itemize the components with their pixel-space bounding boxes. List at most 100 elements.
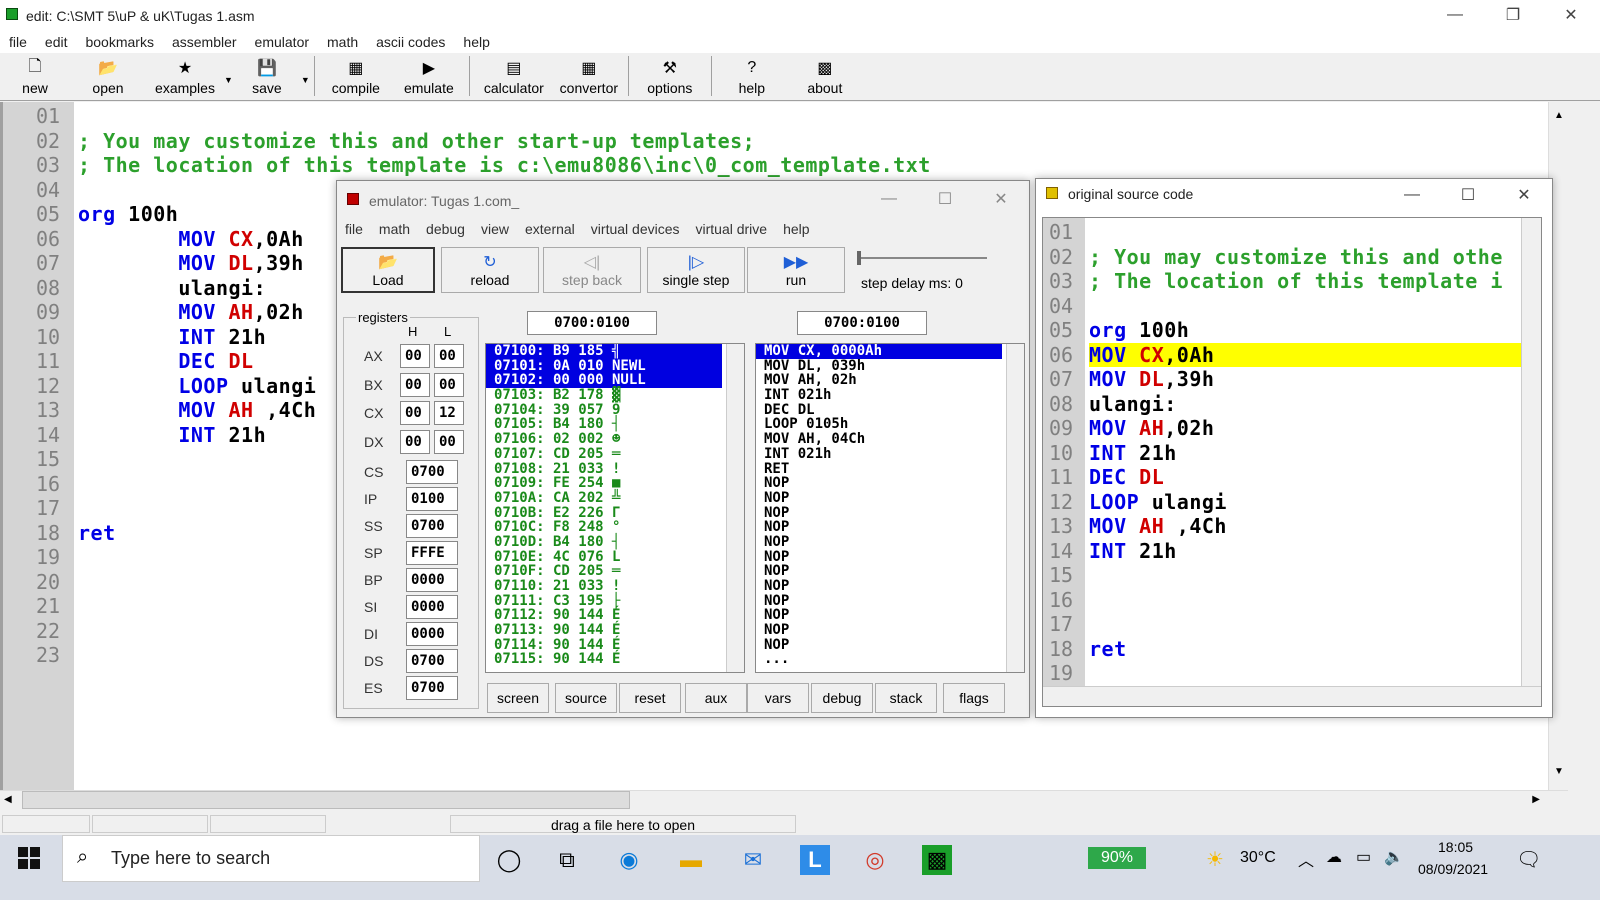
menu-assembler[interactable]: assembler bbox=[163, 31, 246, 53]
emu8086-taskbar-icon[interactable]: ▩ bbox=[922, 845, 952, 875]
minimize-button[interactable]: — bbox=[1426, 0, 1484, 30]
emulator-menu-file[interactable]: file bbox=[337, 221, 371, 237]
register-bx-high-field[interactable]: 00 bbox=[400, 372, 430, 397]
l-app-icon[interactable]: L bbox=[800, 845, 830, 875]
register-ip-field[interactable]: 0100 bbox=[406, 487, 458, 511]
disassembly-scrollbar[interactable] bbox=[1006, 344, 1024, 672]
disassembly-row[interactable]: MOV DL, 039h bbox=[756, 358, 1024, 374]
run-button[interactable]: ▶▶ run bbox=[747, 247, 845, 293]
source-vertical-scrollbar[interactable] bbox=[1521, 218, 1541, 688]
menu-help[interactable]: help bbox=[454, 31, 498, 53]
toolbar-help-button[interactable]: ? help bbox=[716, 52, 788, 100]
disassembly-row[interactable]: INT 021h bbox=[756, 388, 1024, 403]
register-ds-field[interactable]: 0700 bbox=[406, 649, 458, 673]
memory-row[interactable]: 0710E: 4C 076 L bbox=[486, 549, 744, 565]
source-code-view[interactable]: 01 02 03 04 05 06 07 08 09 10 11 12 13 14 15 16 17 18 19 ; … bbox=[1042, 217, 1542, 707]
windows-start-icon[interactable] bbox=[18, 847, 40, 869]
memory-row[interactable]: 07109: FE 254 ■ bbox=[486, 476, 744, 491]
toolbar-new-button[interactable]: 🗋 new bbox=[0, 52, 70, 100]
disassembly-row[interactable]: NOP bbox=[756, 535, 1024, 550]
register-sp-field[interactable]: FFFE bbox=[406, 541, 458, 565]
dropdown-arrow-icon[interactable]: ▼ bbox=[224, 75, 233, 85]
toolbar-open-button[interactable]: 📂 open bbox=[70, 52, 146, 100]
toolbar-convertor-button[interactable]: ▦ convertor bbox=[554, 52, 624, 100]
load-button[interactable]: 📂 Load bbox=[341, 247, 435, 293]
register-ax-high-field[interactable]: 00 bbox=[400, 344, 430, 368]
screen-button[interactable]: screen bbox=[487, 683, 549, 713]
disassembly-row[interactable]: ... bbox=[756, 652, 1024, 667]
menu-file[interactable]: file bbox=[0, 31, 36, 53]
single-step-button[interactable]: |▷ single step bbox=[647, 247, 745, 293]
register-ax-low-field[interactable]: 00 bbox=[434, 344, 464, 368]
menu-bookmarks[interactable]: bookmarks bbox=[76, 31, 162, 53]
volume-icon[interactable]: 🔈 bbox=[1384, 847, 1404, 867]
vars-button[interactable]: vars bbox=[747, 683, 809, 713]
register-dx-low-field[interactable]: 00 bbox=[434, 429, 464, 454]
memory-row[interactable]: 0710F: CD 205 ═ bbox=[486, 564, 744, 579]
chrome-browser-icon[interactable]: ◎ bbox=[860, 845, 890, 875]
disassembly-row[interactable]: DEC DL bbox=[756, 403, 1024, 418]
emulator-menu-virtual-drive[interactable]: virtual drive bbox=[688, 221, 776, 237]
memory-row[interactable]: 07103: B2 178 ▓ bbox=[486, 388, 744, 403]
disassembly-list[interactable]: MOV CX, 0000Ah MOV DL, 039h MOV AH, 02h INT… bbox=[755, 343, 1025, 673]
register-bx-low-field[interactable]: 00 bbox=[434, 372, 464, 397]
reload-button[interactable]: ↻ reload bbox=[441, 247, 539, 293]
memory-row[interactable]: 0710C: F8 248 ° bbox=[486, 520, 744, 535]
disassembly-row[interactable]: NOP bbox=[756, 623, 1024, 638]
register-ss-field[interactable]: 0700 bbox=[406, 514, 458, 538]
menu-ascii-codes[interactable]: ascii codes bbox=[367, 31, 454, 53]
menu-emulator[interactable]: emulator bbox=[246, 31, 318, 53]
disassembly-row[interactable]: RET bbox=[756, 461, 1024, 477]
disassembly-row[interactable]: NOP bbox=[756, 549, 1024, 565]
source-minimize-button[interactable]: — bbox=[1384, 181, 1440, 209]
chevron-up-icon[interactable]: ︿ bbox=[1298, 847, 1314, 871]
notification-icon[interactable]: 🗨 bbox=[1516, 847, 1541, 872]
register-cx-low-field[interactable]: 12 bbox=[434, 401, 464, 425]
scroll-down-icon[interactable]: ▼ bbox=[1554, 766, 1564, 777]
memory-address-field[interactable]: 0700:0100 bbox=[527, 311, 657, 335]
cortana-icon[interactable]: ◯ bbox=[494, 845, 524, 875]
menu-edit[interactable]: edit bbox=[36, 31, 77, 53]
weather-temperature[interactable]: 30°C bbox=[1240, 849, 1276, 867]
disassembly-row[interactable]: NOP bbox=[756, 564, 1024, 579]
disassembly-row[interactable]: INT 021h bbox=[756, 447, 1024, 462]
disassembly-row[interactable]: LOOP 0105h bbox=[756, 417, 1024, 432]
emulator-menu-math[interactable]: math bbox=[371, 221, 418, 237]
scroll-up-icon[interactable]: ▲ bbox=[1554, 110, 1564, 121]
reset-button[interactable]: reset bbox=[619, 683, 681, 713]
memory-row[interactable]: 07106: 02 002 ☻ bbox=[486, 432, 744, 447]
toolbar-options-button[interactable]: ⚒ options bbox=[633, 52, 707, 100]
weather-icon[interactable]: ☀ bbox=[1206, 847, 1224, 872]
toolbar-emulate-button[interactable]: ▶ emulate bbox=[393, 52, 465, 100]
memory-row[interactable]: 0710B: E2 226 Γ bbox=[486, 505, 744, 521]
toolbar-examples-button[interactable]: ★ examples bbox=[146, 52, 224, 100]
emulator-menu-view[interactable]: view bbox=[473, 221, 517, 237]
register-cx-high-field[interactable]: 00 bbox=[400, 401, 430, 425]
memory-row[interactable]: 07108: 21 033 ! bbox=[486, 461, 744, 477]
stack-button[interactable]: stack bbox=[875, 683, 937, 713]
memory-list[interactable]: 07100: B9 185 ╣ 07101: 0A 010 NEWL 07102: … bbox=[485, 343, 745, 673]
maximize-button[interactable]: ❐ bbox=[1484, 0, 1542, 30]
emulator-minimize-button[interactable]: — bbox=[861, 185, 917, 213]
mail-icon[interactable]: ✉ bbox=[738, 845, 768, 875]
clock-time[interactable]: 18:05 bbox=[1438, 839, 1473, 855]
emulator-menu-external[interactable]: external bbox=[517, 221, 583, 237]
dropdown-arrow-icon[interactable]: ▼ bbox=[301, 75, 310, 85]
flags-button[interactable]: flags bbox=[943, 683, 1005, 713]
emulator-menu-debug[interactable]: debug bbox=[418, 221, 473, 237]
task-view-icon[interactable]: ⧉ bbox=[552, 845, 582, 875]
memory-row[interactable]: 07100: B9 185 ╣ bbox=[486, 344, 722, 359]
memory-row[interactable]: 07101: 0A 010 NEWL bbox=[486, 358, 722, 374]
register-di-field[interactable]: 0000 bbox=[406, 622, 458, 646]
memory-row[interactable]: 07113: 90 144 É bbox=[486, 623, 744, 638]
disassembly-row[interactable]: NOP bbox=[756, 608, 1024, 623]
emulator-menu-help[interactable]: help bbox=[775, 221, 817, 237]
emulator-menu-virtual-devices[interactable]: virtual devices bbox=[583, 221, 688, 237]
disassembly-row[interactable]: NOP bbox=[756, 579, 1024, 594]
source-button[interactable]: source bbox=[555, 683, 617, 713]
disassembly-row[interactable]: MOV AH, 04Ch bbox=[756, 432, 1024, 447]
disassembly-row[interactable]: MOV CX, 0000Ah bbox=[756, 344, 1002, 359]
memory-row[interactable]: 07102: 00 000 NULL bbox=[486, 373, 722, 389]
register-si-field[interactable]: 0000 bbox=[406, 595, 458, 619]
close-button[interactable]: ✕ bbox=[1542, 0, 1600, 30]
